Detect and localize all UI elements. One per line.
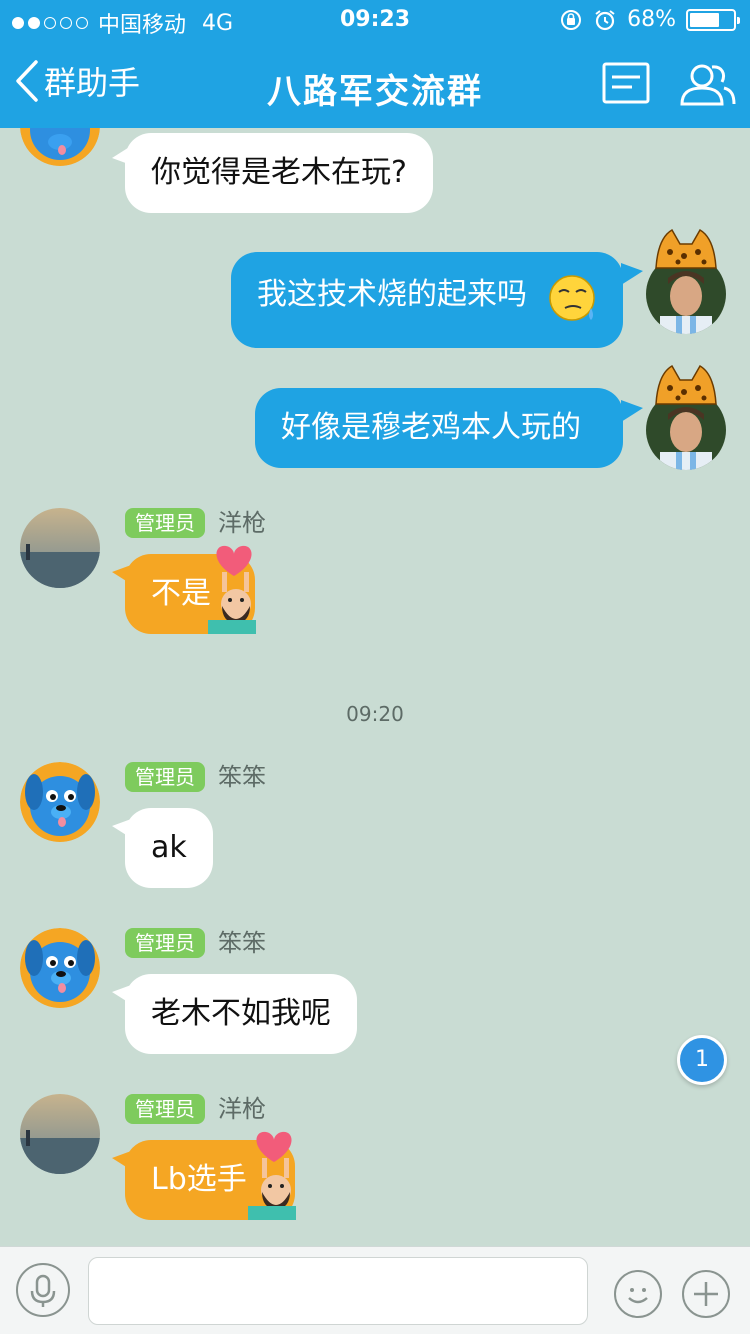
leopard-hat-icon (655, 364, 717, 405)
input-actions (558, 1266, 744, 1330)
admin-badge: 管理员 (125, 928, 205, 958)
smiley-icon (628, 1288, 648, 1304)
avatar[interactable] (20, 928, 100, 1008)
landscape-avatar-icon (20, 508, 100, 588)
nav-bar: 群助手 八路军交流群 (0, 40, 750, 128)
avatar[interactable] (20, 508, 100, 588)
admin-badge: 管理员 (125, 508, 205, 538)
battery-percent: 68% (627, 7, 676, 32)
avatar[interactable] (20, 128, 100, 166)
bubble-tail (621, 263, 643, 285)
dog-avatar-icon (20, 762, 100, 842)
message-text: Lb选手 (151, 1162, 247, 1197)
sender-name: 洋枪 (218, 509, 266, 537)
bubble-tail (621, 400, 643, 422)
microphone-icon (30, 1274, 56, 1307)
voice-button[interactable] (16, 1263, 70, 1317)
admin-badge: 管理员 (125, 762, 205, 792)
message-text: 不是 (151, 576, 211, 611)
dog-avatar-icon (20, 128, 100, 166)
message-bubble[interactable]: 我这技术烧的起来吗 (231, 252, 623, 348)
unread-count-badge[interactable]: 1 (677, 1035, 727, 1085)
emoji-button[interactable] (614, 1270, 662, 1318)
sender-name: 洋枪 (218, 1095, 266, 1123)
message-bubble[interactable]: 好像是穆老鸡本人玩的 (255, 388, 623, 468)
message-bubble[interactable]: ak (125, 808, 213, 888)
timestamp: 09:20 (346, 702, 404, 726)
chat-area[interactable]: 你觉得是老木在玩? 我这技术烧的起来吗 好像是穆老鸡本人玩的 管理员 洋枪 不是… (0, 128, 750, 1246)
admin-badge: 管理员 (125, 1094, 205, 1124)
avatar[interactable] (20, 762, 100, 842)
sweat-emoji-icon (549, 275, 595, 321)
rotation-lock-icon (561, 9, 582, 30)
message-input[interactable] (88, 1257, 588, 1325)
message-bubble[interactable]: 你觉得是老木在玩? (125, 133, 433, 213)
group-members-icon[interactable] (678, 62, 736, 106)
header: 中国移动 4G 09:23 68% 群助手 八路军交流群 (0, 0, 750, 128)
message-bubble[interactable]: 老木不如我呢 (125, 974, 357, 1054)
plus-icon (694, 1282, 718, 1306)
landscape-avatar-icon (20, 1094, 100, 1174)
status-bar: 中国移动 4G 09:23 68% (0, 0, 750, 40)
message-text: 我这技术烧的起来吗 (257, 277, 527, 312)
battery-icon (686, 8, 740, 31)
more-button[interactable] (682, 1270, 730, 1318)
alarm-icon (595, 9, 615, 30)
group-info-icon[interactable] (602, 62, 650, 104)
heart-sticker-icon (208, 545, 256, 634)
avatar[interactable] (20, 1094, 100, 1174)
leopard-hat-icon (655, 228, 717, 269)
heart-sticker-icon (248, 1131, 296, 1220)
sender-name: 笨笨 (218, 763, 266, 791)
sender-name: 笨笨 (218, 929, 266, 957)
dog-avatar-icon (20, 928, 100, 1008)
